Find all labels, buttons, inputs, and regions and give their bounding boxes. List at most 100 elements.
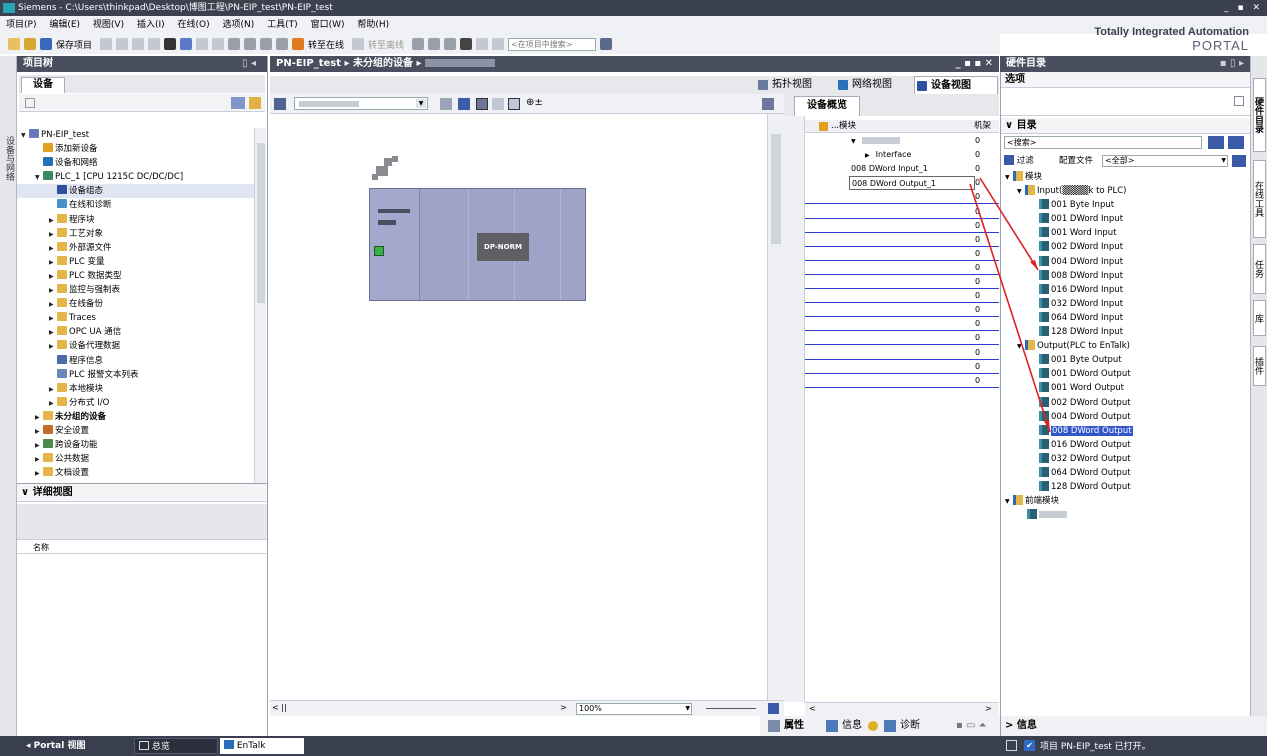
catalog-module[interactable]: 032 DWord Output (1003, 452, 1249, 466)
window-controls[interactable]: _ ▪ ✕ (1224, 0, 1263, 16)
breadcrumb-device-redacted[interactable] (425, 59, 496, 67)
tree-item[interactable]: 在线和诊断 (17, 198, 254, 212)
menu-window[interactable]: 窗口(W) (311, 20, 345, 30)
chevron-down-icon[interactable]: ▼ (1221, 156, 1226, 166)
undo-icon[interactable] (180, 38, 193, 50)
catalog-module[interactable] (1003, 508, 1249, 522)
tree-item[interactable]: 添加新设备 (17, 142, 254, 156)
tree-item[interactable]: 设备组态 (17, 184, 254, 199)
tree-item[interactable]: 设备和网络 (17, 156, 254, 170)
chevron-down-icon[interactable]: ∨ (1005, 120, 1017, 131)
copy-icon[interactable] (132, 38, 145, 50)
collapsed-arrow-icon[interactable]: ▶ (49, 214, 57, 228)
chevron-down-icon[interactable]: ▼ (416, 99, 426, 108)
tab-diagnostics[interactable]: 诊断 (900, 716, 920, 736)
expanded-arrow-icon[interactable]: ▼ (851, 138, 856, 145)
collapsed-arrow-icon[interactable]: ▶ (49, 312, 57, 326)
entalk-taskbar-button[interactable]: EnTalk (220, 738, 304, 754)
catalog-folder[interactable]: ▼ 前端模块 (1003, 494, 1249, 508)
tree-item[interactable]: ▼ PLC_1 [CPU 1215C DC/DC/DC] (17, 170, 254, 184)
overview-module-cell[interactable]: ▼ (851, 134, 971, 149)
catalog-module[interactable]: 064 DWord Output (1003, 466, 1249, 480)
portal-view-button[interactable]: ◂ Portal 视图 (26, 738, 85, 754)
options-icon[interactable] (1234, 96, 1244, 106)
search-up-icon[interactable] (1228, 136, 1244, 149)
go-offline-button[interactable]: 转至离线 (368, 38, 404, 51)
collapsed-arrow-icon[interactable]: ▶ (49, 256, 57, 270)
tab-device-view[interactable]: 设备视图 (914, 76, 998, 94)
tree-item[interactable]: ▶ PLC 数据类型 (17, 269, 254, 283)
expanded-arrow-icon[interactable]: ▼ (1005, 495, 1013, 509)
tab-addins[interactable]: 插件 (1253, 346, 1266, 386)
start-cpu-icon[interactable] (428, 38, 441, 50)
canvas-vertical-scrollbar[interactable] (767, 114, 784, 700)
tab-properties[interactable]: 属性 (784, 716, 804, 736)
accessible-nodes-icon[interactable] (412, 38, 425, 50)
tree-item[interactable]: ▶ 监控与强制表 (17, 283, 254, 297)
chevron-down-icon[interactable]: ▼ (685, 704, 690, 714)
tree-item[interactable]: ▶ 跨设备功能 (17, 438, 254, 452)
menu-project[interactable]: 项目(P) (6, 20, 36, 30)
tree-item[interactable]: ▶ OPC UA 通信 (17, 325, 254, 339)
navigator-icon[interactable] (768, 703, 779, 714)
overview-bottom-scroll[interactable]: < > (805, 702, 999, 716)
filter-icon[interactable] (819, 122, 828, 131)
editor-window-controls[interactable]: _ ▪ ▪ ✕ (956, 56, 993, 72)
collapsed-arrow-icon[interactable]: ▶ (49, 228, 57, 242)
overview-row[interactable]: ▶ Interface 0 (805, 148, 999, 162)
collapsed-arrow-icon[interactable]: ▶ (35, 425, 43, 439)
overview-icon[interactable] (508, 98, 520, 110)
overview-module-cell[interactable]: 008 DWord Input_1 (851, 162, 971, 176)
tab-network-view[interactable]: 网络视图 (836, 76, 892, 94)
upload-icon[interactable] (244, 38, 257, 50)
more-columns-icon[interactable]: ... (831, 120, 839, 133)
devices-networks-tab[interactable]: 设备与网络 (3, 136, 16, 181)
collapsed-arrow-icon[interactable]: ▶ (49, 397, 57, 411)
collapsed-arrow-icon[interactable]: ▶ (49, 242, 57, 256)
menu-insert[interactable]: 插入(I) (137, 20, 165, 30)
tab-online-tools[interactable]: 在线工具 (1253, 160, 1266, 238)
tree-item[interactable]: ▶ 文档设置 (17, 466, 254, 480)
collapsed-arrow-icon[interactable]: ▶ (49, 383, 57, 397)
catalog-panel-controls[interactable]: ▪ ▯ ▸ (1220, 56, 1244, 72)
overview-module-cell[interactable]: ▶ Interface (851, 148, 971, 163)
tree-view-icon[interactable] (231, 97, 245, 109)
collapsed-arrow-icon[interactable]: ▶ (35, 411, 43, 425)
tree-item[interactable]: ▼ PN-EIP_test (17, 128, 254, 142)
devices-tab[interactable]: 设备 (21, 77, 65, 93)
detail-view-header[interactable]: ∨ 详细视图 (17, 484, 267, 502)
overview-row[interactable]: ▼ 0 (805, 134, 999, 148)
new-project-icon[interactable] (8, 38, 20, 50)
overview-taskbar-button[interactable]: 总览 (134, 738, 218, 754)
profile-select[interactable]: <全部> ▼ (1102, 155, 1228, 167)
column-rack-header[interactable]: 机架 (974, 120, 991, 133)
tree-item[interactable]: ▶ 公共数据 (17, 452, 254, 466)
split-horizontal-icon[interactable] (476, 38, 489, 50)
device-module-rack[interactable]: DP-NORM (369, 188, 586, 301)
column-module-header[interactable]: 模块 (839, 120, 856, 133)
tree-action-icon[interactable] (249, 97, 261, 109)
breadcrumb-project[interactable]: PN-EIP_test (276, 58, 341, 69)
tree-item[interactable]: ▶ Traces (17, 311, 254, 325)
menu-edit[interactable]: 编辑(E) (49, 20, 80, 30)
accessible-devices-icon[interactable] (276, 38, 289, 50)
inspector-window-controls[interactable]: ▪ ▭ ⏶ (956, 716, 987, 736)
collapsed-arrow-icon[interactable]: ▶ (35, 439, 43, 453)
tree-item[interactable]: PLC 报警文本列表 (17, 368, 254, 382)
tree-item[interactable]: ▶ 在线备份 (17, 297, 254, 311)
collapsed-arrow-icon[interactable]: ▶ (49, 270, 57, 284)
table-icon[interactable] (458, 98, 470, 110)
tab-hardware-catalog[interactable]: 硬件目录 (1253, 78, 1266, 152)
collapsed-arrow-icon[interactable]: ▶ (35, 453, 43, 467)
filter-checkbox[interactable] (1004, 155, 1014, 165)
redo-icon[interactable] (196, 38, 209, 50)
go-online-icon[interactable] (292, 38, 305, 50)
delete-icon[interactable] (164, 38, 177, 50)
tree-item[interactable]: ▶ 程序块 (17, 213, 254, 227)
dp-norm-module[interactable]: DP-NORM (477, 233, 529, 261)
interface-module[interactable] (370, 189, 420, 300)
device-select[interactable]: ▼ (294, 97, 428, 110)
tree-item[interactable]: ▶ 外部源文件 (17, 241, 254, 255)
collapsed-arrow-icon[interactable]: ▶ (35, 467, 43, 481)
go-online-button[interactable]: 转至在线 (308, 38, 344, 51)
